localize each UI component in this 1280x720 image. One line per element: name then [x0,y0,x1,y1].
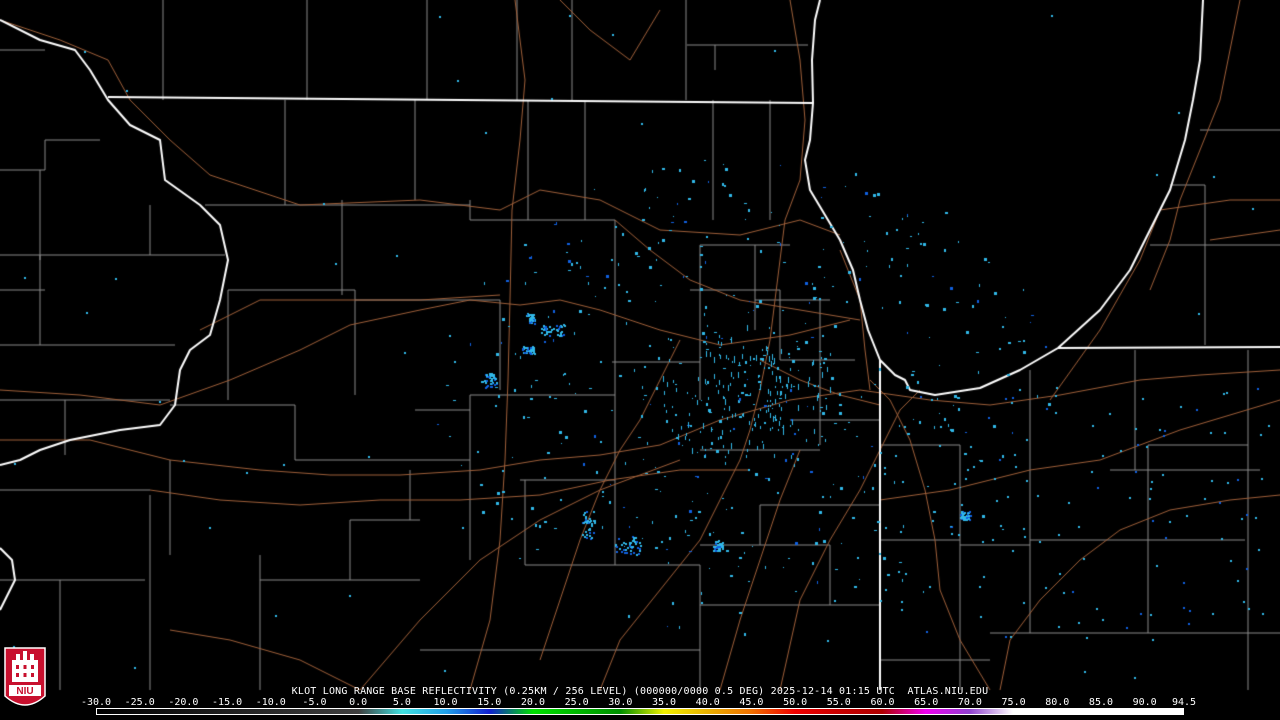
radar-map [0,0,1280,720]
colorbar [96,708,1184,715]
